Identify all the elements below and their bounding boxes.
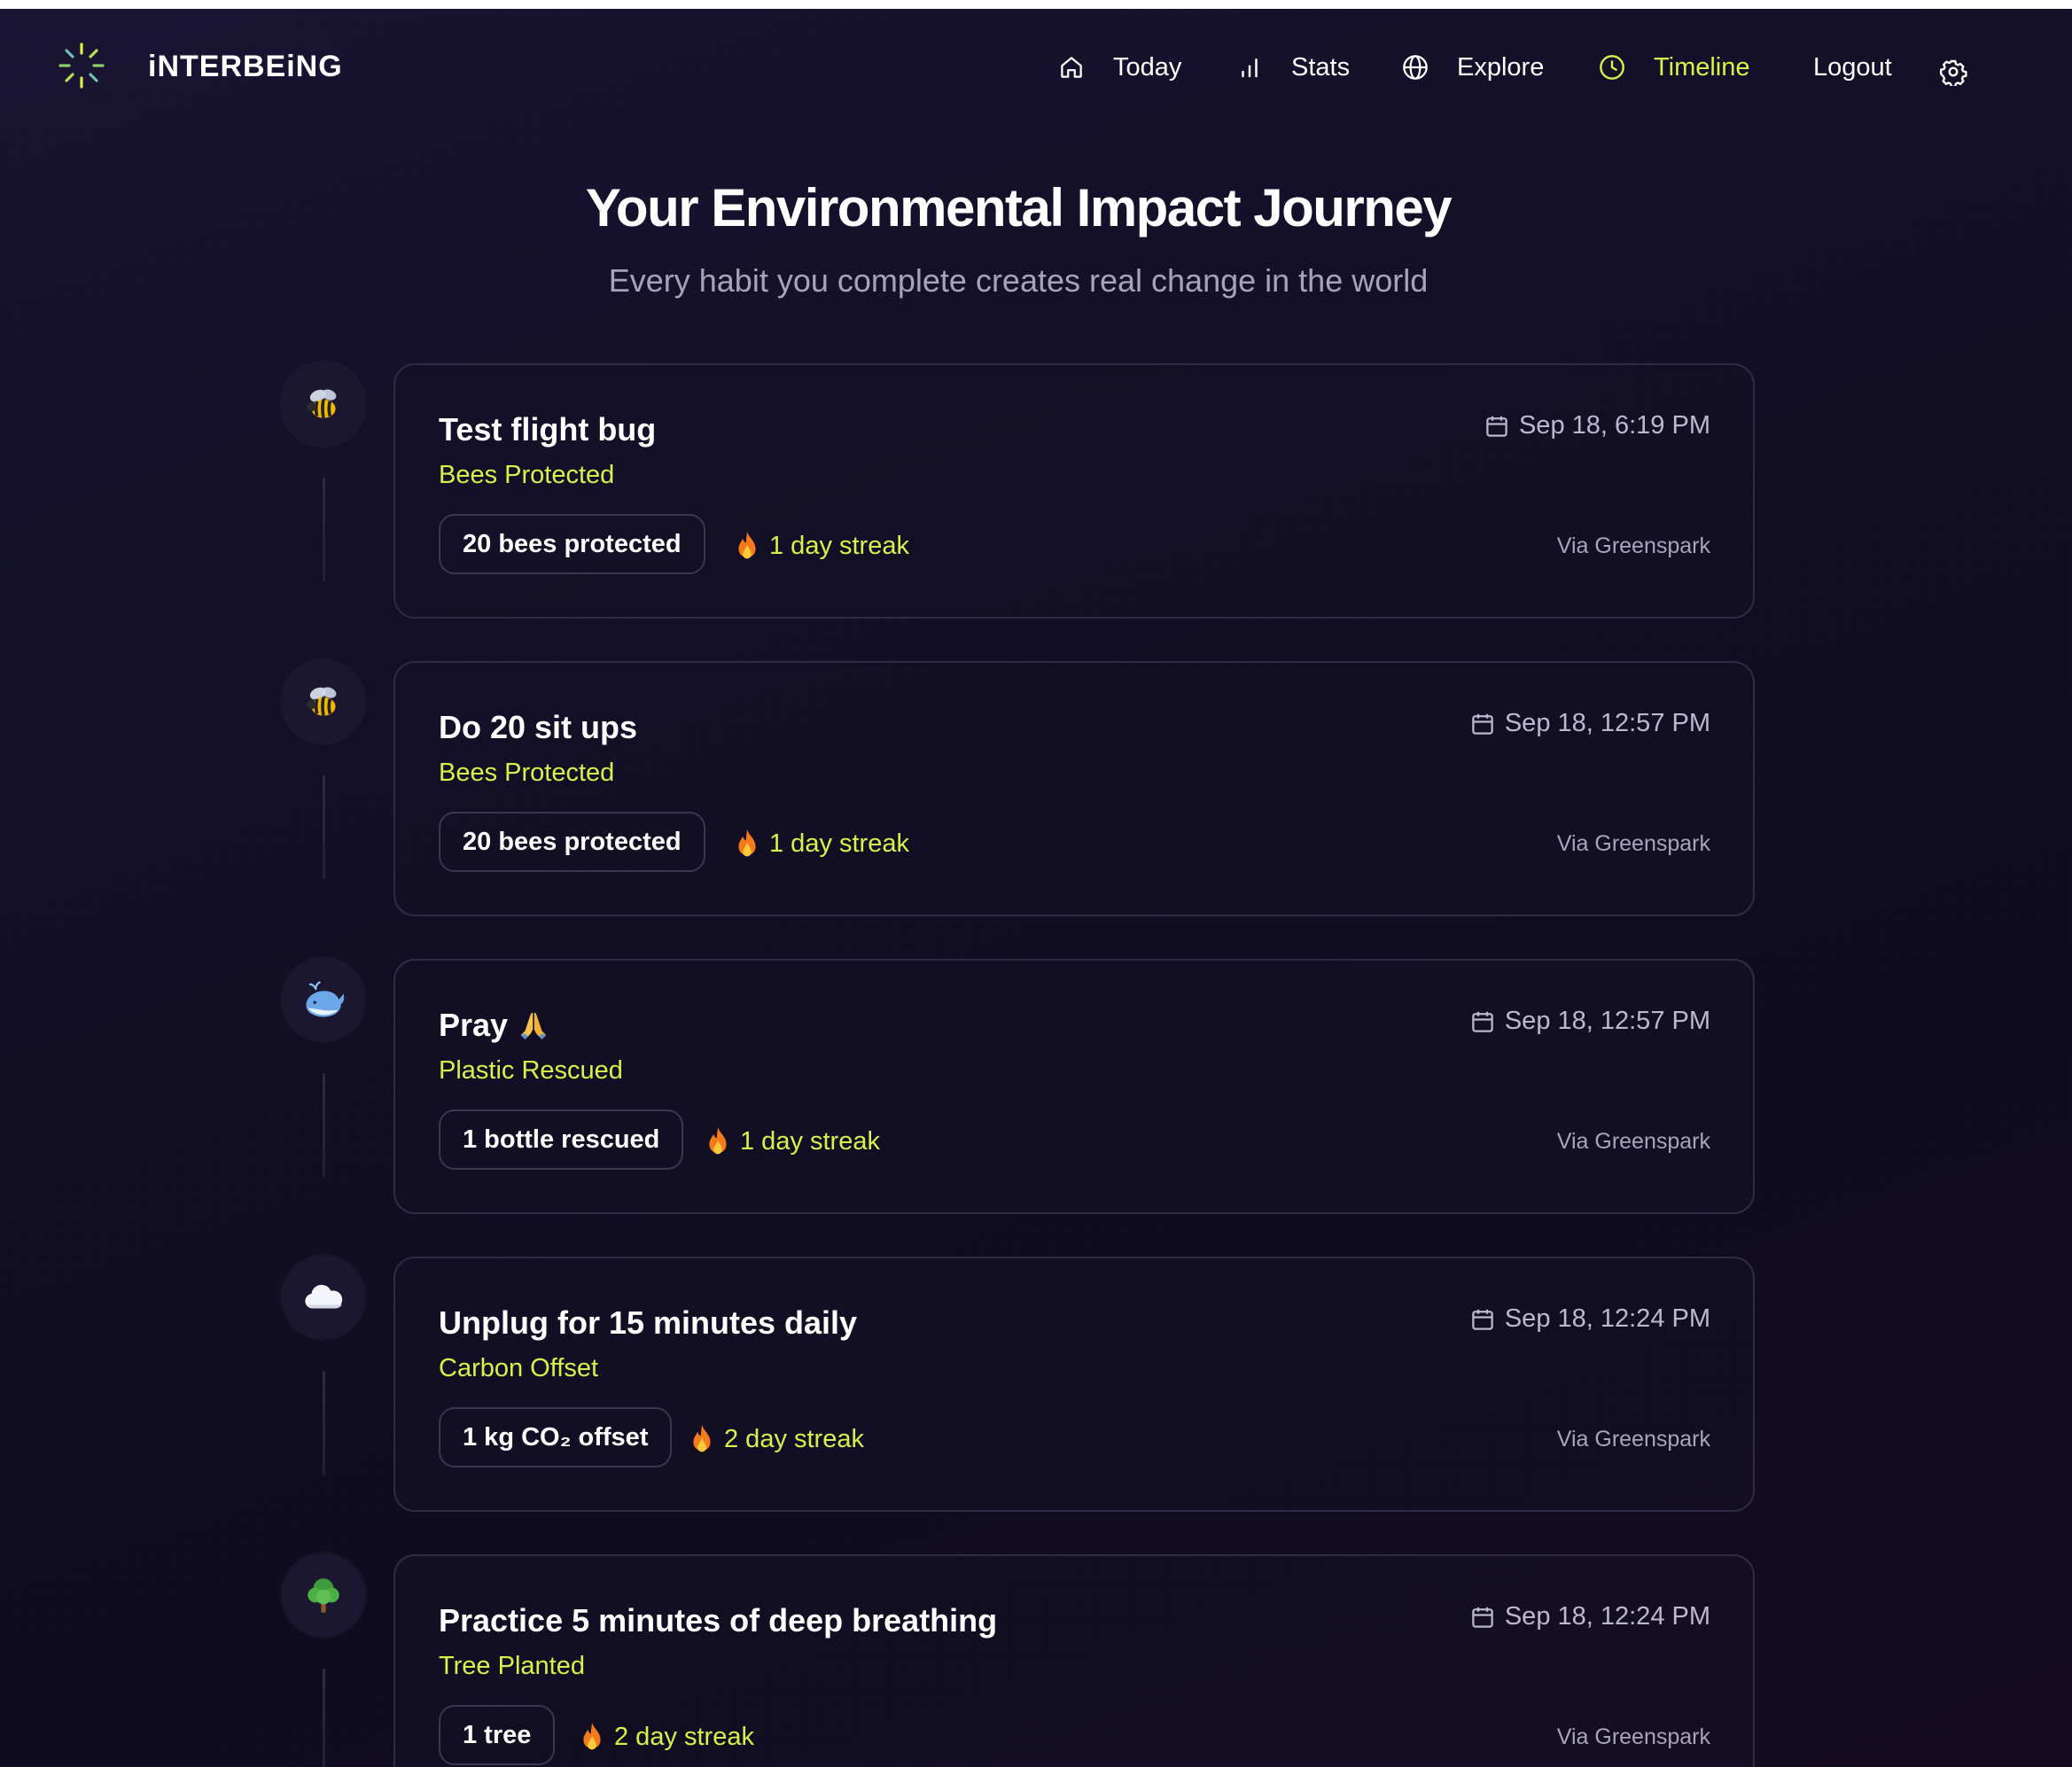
- bee-icon: [307, 687, 337, 716]
- streak-text: 2 day streak: [724, 1424, 864, 1453]
- timeline-connector: [323, 1669, 325, 1767]
- window-top-strip: [0, 0, 2072, 9]
- impact-pill: 1 tree: [439, 1705, 556, 1765]
- timeline-connector: [323, 775, 325, 880]
- impact-category: Plastic Rescued: [439, 1056, 623, 1085]
- impact-pill: 20 bees protected: [439, 812, 705, 872]
- timeline-card[interactable]: Pray Plastic Rescued Sep 18, 12:57 PM 1 …: [393, 959, 1755, 1214]
- timeline-node-tree: [282, 1553, 365, 1637]
- timeline-card[interactable]: Do 20 sit ups Bees Protected Sep 18, 12:…: [393, 661, 1755, 916]
- timeline-node-cloud: [282, 1256, 365, 1339]
- completion-date: Sep 18, 12:24 PM: [1469, 1304, 1710, 1334]
- nav-logout-label: Logout: [1813, 52, 1892, 82]
- fire-icon: [738, 829, 756, 857]
- habit-title: Test flight bug: [439, 411, 657, 448]
- calendar-icon: [1472, 1309, 1493, 1330]
- habit-title-row: Pray: [439, 1007, 550, 1044]
- fire-icon: [693, 1424, 711, 1452]
- completion-date-text: Sep 18, 12:57 PM: [1504, 709, 1710, 737]
- completion-date-text: Sep 18, 12:57 PM: [1504, 1007, 1710, 1035]
- habit-title: Do 20 sit ups: [439, 709, 638, 745]
- completion-date: Sep 18, 12:57 PM: [1469, 1007, 1710, 1036]
- timeline-connector: [323, 478, 325, 582]
- timeline-node-bee: [282, 362, 365, 446]
- completion-date: Sep 18, 12:24 PM: [1469, 1602, 1710, 1631]
- timeline-card[interactable]: Test flight bug Bees Protected Sep 18, 6…: [393, 363, 1755, 619]
- streak-badge: 2 day streak: [689, 1423, 864, 1455]
- timeline-node-whale: [282, 958, 365, 1041]
- gear-icon[interactable]: [1939, 58, 1967, 88]
- home-icon: [1056, 52, 1087, 82]
- partner-attribution: Via Greenspark: [1556, 831, 1710, 856]
- calendar-icon: [1472, 1607, 1493, 1628]
- streak-badge: 2 day streak: [579, 1721, 754, 1753]
- impact-pill: 1 kg CO₂ offset: [439, 1407, 673, 1467]
- habit-title: Pray: [439, 1007, 509, 1043]
- nav-today-label: Today: [1113, 52, 1182, 82]
- globe-icon: [1400, 52, 1430, 82]
- timeline-node-bee: [282, 660, 365, 743]
- page-title: Your Environmental Impact Journey: [585, 178, 1453, 237]
- fire-icon: [583, 1722, 601, 1750]
- nav-stats[interactable]: Stats: [1235, 50, 1350, 85]
- brand-name[interactable]: iNTERBEiNG: [148, 50, 343, 84]
- impact-category: Bees Protected: [439, 461, 615, 489]
- fire-icon: [709, 1126, 727, 1155]
- impact-pill: 20 bees protected: [439, 514, 705, 574]
- completion-date: Sep 18, 6:19 PM: [1484, 411, 1710, 440]
- partner-attribution: Via Greenspark: [1556, 533, 1710, 558]
- logo-burst-icon[interactable]: [57, 41, 106, 90]
- partner-attribution: Via Greenspark: [1556, 1724, 1710, 1749]
- completion-date-text: Sep 18, 6:19 PM: [1518, 411, 1710, 440]
- nav-timeline[interactable]: Timeline: [1597, 50, 1750, 85]
- streak-badge: 1 day streak: [734, 530, 909, 562]
- partner-attribution: Via Greenspark: [1556, 1427, 1710, 1452]
- impact-category: Carbon Offset: [439, 1354, 599, 1382]
- completion-date-text: Sep 18, 12:24 PM: [1504, 1304, 1710, 1333]
- partner-attribution: Via Greenspark: [1556, 1129, 1710, 1154]
- nav-logout[interactable]: Logout: [1813, 50, 1892, 85]
- timeline-connector: [323, 1073, 325, 1178]
- streak-badge: 1 day streak: [705, 1125, 880, 1157]
- habit-title: Unplug for 15 minutes daily: [439, 1304, 858, 1341]
- fire-icon: [738, 531, 756, 559]
- calendar-icon: [1472, 1011, 1493, 1032]
- impact-pill: 1 bottle rescued: [439, 1109, 684, 1170]
- timeline-card[interactable]: Practice 5 minutes of deep breathing Tre…: [393, 1554, 1755, 1767]
- completion-date-text: Sep 18, 12:24 PM: [1504, 1602, 1710, 1631]
- impact-category: Bees Protected: [439, 759, 615, 787]
- nav-stats-label: Stats: [1291, 52, 1351, 82]
- nav-explore[interactable]: Explore: [1400, 50, 1544, 85]
- timeline-card[interactable]: Unplug for 15 minutes daily Carbon Offse…: [393, 1257, 1755, 1512]
- impact-category: Tree Planted: [439, 1652, 585, 1680]
- nav-today[interactable]: Today: [1056, 50, 1181, 85]
- top-navigation: iNTERBEiNG Today Stats Explore Timeline …: [0, 9, 2072, 124]
- bee-icon: [307, 389, 337, 418]
- streak-text: 2 day streak: [614, 1722, 754, 1751]
- completion-date: Sep 18, 12:57 PM: [1469, 709, 1710, 738]
- nav-timeline-label: Timeline: [1654, 52, 1750, 82]
- tree-icon: [308, 1578, 339, 1613]
- folded-hands-icon: [520, 1012, 547, 1039]
- habit-title: Practice 5 minutes of deep breathing: [439, 1602, 998, 1639]
- calendar-icon: [1486, 416, 1507, 437]
- streak-text: 1 day streak: [740, 1126, 880, 1156]
- whale-icon: [306, 981, 345, 1017]
- streak-badge: 1 day streak: [734, 828, 909, 860]
- bar-chart-icon: [1235, 52, 1265, 82]
- cloud-icon: [305, 1284, 343, 1309]
- nav-explore-label: Explore: [1457, 52, 1545, 82]
- streak-text: 1 day streak: [769, 829, 909, 858]
- clock-icon: [1597, 52, 1627, 82]
- timeline-connector: [323, 1371, 325, 1475]
- calendar-icon: [1472, 713, 1493, 735]
- streak-text: 1 day streak: [769, 531, 909, 560]
- page-subtitle: Every habit you complete creates real ch…: [608, 262, 1429, 299]
